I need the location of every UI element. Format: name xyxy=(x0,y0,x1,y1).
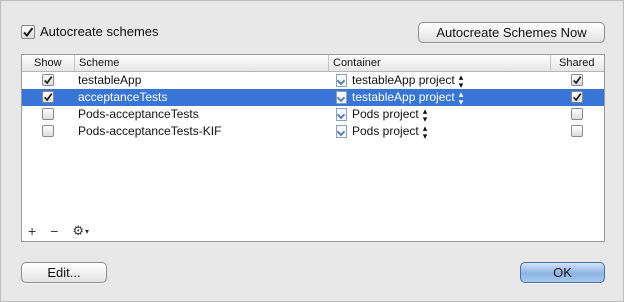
ok-button[interactable]: OK xyxy=(520,262,605,283)
autocreate-schemes-checkbox[interactable] xyxy=(21,24,35,39)
project-document-icon xyxy=(336,74,347,87)
remove-scheme-button[interactable]: − xyxy=(50,223,58,239)
add-scheme-button[interactable]: + xyxy=(28,223,36,239)
table-row[interactable]: testableApp testableApp project ▴ ▾ xyxy=(22,72,604,89)
schemes-table: Show Scheme Container Shared testableApp… xyxy=(21,54,605,242)
checkmark-icon xyxy=(573,76,582,85)
scheme-name: testableApp xyxy=(78,73,142,87)
project-document-icon xyxy=(336,108,347,121)
popup-arrows-icon: ▴ ▾ xyxy=(422,105,428,124)
autocreate-schemes-option[interactable]: Autocreate schemes xyxy=(21,24,159,39)
scheme-name: Pods-acceptanceTests xyxy=(78,107,199,121)
table-row[interactable]: Pods-acceptanceTests-KIF Pods project ▴ ▾ xyxy=(22,123,604,140)
checkmark-icon xyxy=(23,26,34,37)
autocreate-schemes-now-button[interactable]: Autocreate Schemes Now xyxy=(418,22,605,43)
table-row[interactable]: Pods-acceptanceTests Pods project ▴ ▾ xyxy=(22,106,604,123)
scheme-name: Pods-acceptanceTests-KIF xyxy=(78,124,222,138)
column-header-show[interactable]: Show xyxy=(22,55,78,71)
container-label: Pods project xyxy=(352,124,419,138)
chevron-down-icon: ▾ xyxy=(85,226,90,236)
shared-checkbox[interactable] xyxy=(571,74,583,86)
container-label: Pods project xyxy=(352,107,419,121)
table-header: Show Scheme Container Shared xyxy=(22,55,604,72)
autocreate-schemes-label: Autocreate schemes xyxy=(40,24,159,39)
shared-checkbox[interactable] xyxy=(571,125,583,137)
column-header-shared[interactable]: Shared xyxy=(550,55,604,71)
container-popup[interactable]: Pods project ▴ ▾ xyxy=(336,123,427,140)
popup-arrows-icon: ▴ ▾ xyxy=(422,122,428,141)
gear-icon: ⚙ xyxy=(72,223,85,238)
manage-schemes-sheet: Autocreate schemes Autocreate Schemes No… xyxy=(0,0,624,302)
table-toolbar: + − ⚙ ▾ xyxy=(28,223,89,239)
popup-arrows-icon: ▴ ▾ xyxy=(458,71,464,90)
checkmark-icon xyxy=(44,93,53,102)
table-row[interactable]: acceptanceTests testableApp project ▴ ▾ xyxy=(22,89,604,106)
project-document-icon xyxy=(336,125,347,138)
shared-checkbox[interactable] xyxy=(571,108,583,120)
checkmark-icon xyxy=(573,93,582,102)
column-header-scheme[interactable]: Scheme xyxy=(74,55,328,71)
edit-button[interactable]: Edit... xyxy=(21,262,107,283)
show-checkbox[interactable] xyxy=(42,74,54,86)
column-header-container[interactable]: Container xyxy=(328,55,550,71)
container-popup[interactable]: testableApp project ▴ ▾ xyxy=(336,72,463,89)
show-checkbox[interactable] xyxy=(42,108,54,120)
shared-checkbox[interactable] xyxy=(571,91,583,103)
project-document-icon xyxy=(336,91,347,104)
show-checkbox[interactable] xyxy=(42,125,54,137)
container-popup[interactable]: testableApp project ▴ ▾ xyxy=(336,89,463,106)
show-checkbox[interactable] xyxy=(42,91,54,103)
container-label: testableApp project xyxy=(352,73,455,87)
gear-menu-button[interactable]: ⚙ ▾ xyxy=(72,223,89,239)
checkmark-icon xyxy=(44,76,53,85)
popup-arrows-icon: ▴ ▾ xyxy=(458,88,464,107)
container-popup[interactable]: Pods project ▴ ▾ xyxy=(336,106,427,123)
container-label: testableApp project xyxy=(352,90,455,104)
scheme-name: acceptanceTests xyxy=(78,90,168,104)
